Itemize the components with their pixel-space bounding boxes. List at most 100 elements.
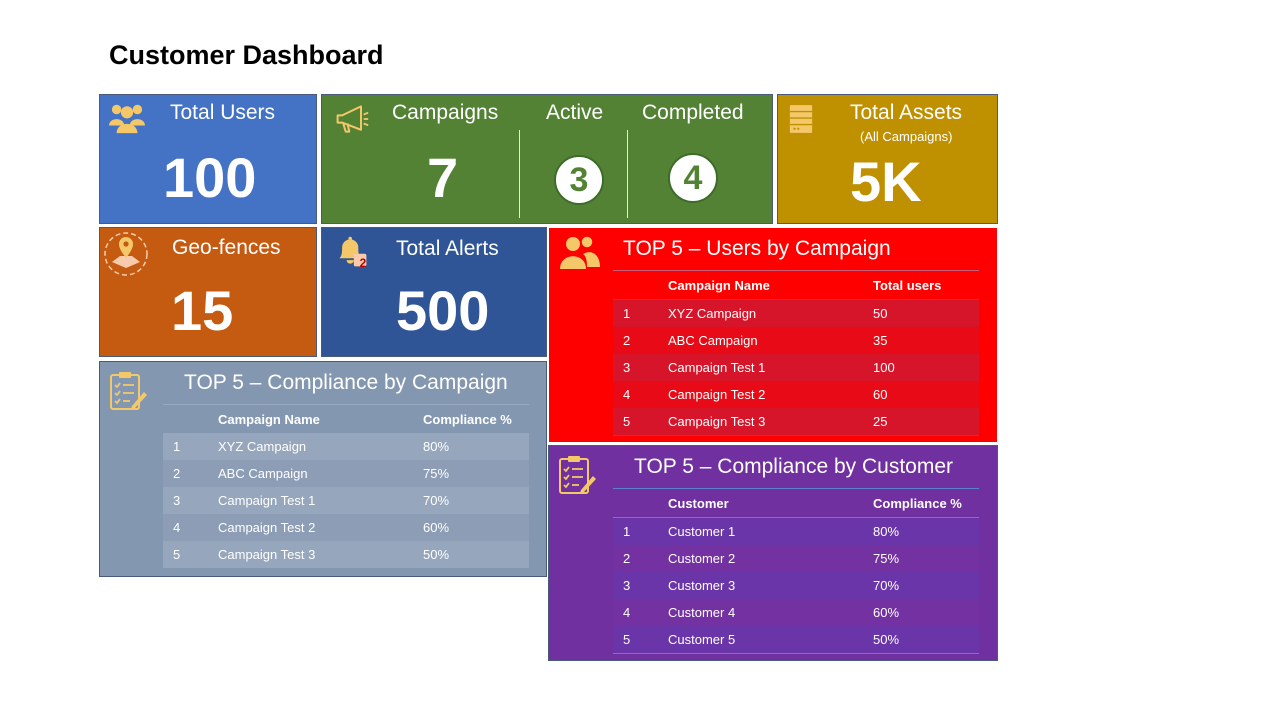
row-rank: 1	[623, 306, 631, 321]
campaigns-label: Campaigns	[392, 101, 499, 124]
table-row[interactable]: 1 XYZ Campaign 50	[613, 299, 979, 327]
row-value: 80%	[423, 439, 450, 454]
row-value: 70%	[873, 578, 900, 593]
campaigns-value: 7	[427, 146, 459, 209]
row-rank: 5	[623, 632, 631, 647]
row-rank: 5	[623, 414, 631, 429]
table-header: Total users	[873, 277, 942, 293]
row-campaign: ABC Campaign	[218, 466, 308, 481]
total-alerts-tile[interactable]: 2 Total Alerts 500	[321, 227, 547, 357]
map-pin-icon	[104, 232, 148, 276]
campaigns-divider-1	[519, 130, 520, 218]
checklist-icon	[110, 372, 147, 410]
table-header	[163, 405, 218, 434]
table-header: Compliance %	[423, 411, 512, 427]
compliance-by-customer-title: TOP 5 – Compliance by Customer	[634, 455, 954, 478]
row-customer: Customer 1	[668, 524, 736, 539]
campaigns-tile[interactable]: Campaigns 7 Active 3 Completed 4	[321, 94, 773, 224]
row-rank: 4	[623, 605, 631, 620]
table-row[interactable]: 4 Campaign Test 2 60	[613, 381, 979, 408]
row-value: 60	[873, 387, 888, 402]
row-rank: 2	[623, 551, 631, 566]
total-users-value: 100	[163, 146, 257, 209]
geo-fences-tile[interactable]: Geo-fences 15	[99, 227, 317, 357]
row-value: 35	[873, 333, 888, 348]
table-row[interactable]: 5 Customer 5 50%	[613, 626, 979, 654]
server-icon	[789, 105, 813, 133]
row-rank: 2	[173, 466, 181, 481]
row-rank: 2	[623, 333, 631, 348]
row-campaign: Campaign Test 1	[668, 360, 766, 375]
row-customer: Customer 5	[668, 632, 736, 647]
row-value: 50	[873, 306, 888, 321]
table-row[interactable]: 3 Customer 3 70%	[613, 572, 979, 599]
row-value: 100	[873, 360, 895, 375]
row-customer: Customer 2	[668, 551, 736, 566]
completed-count-badge: 4	[668, 153, 718, 203]
campaigns-divider-2	[627, 130, 628, 218]
row-value: 50%	[423, 547, 450, 562]
megaphone-icon	[336, 105, 369, 133]
row-rank: 1	[173, 439, 181, 454]
table-row[interactable]: 2 Customer 2 75%	[613, 545, 979, 572]
alert-count-badge: 2	[359, 256, 367, 270]
row-value: 75%	[873, 551, 900, 566]
table-row[interactable]: 4 Customer 4 60%	[613, 599, 979, 626]
table-header: Compliance %	[873, 495, 962, 511]
row-campaign: XYZ Campaign	[668, 306, 757, 321]
table-header: Campaign Name	[218, 411, 320, 427]
row-customer: Customer 4	[668, 605, 736, 620]
geo-fences-label: Geo-fences	[172, 236, 281, 259]
total-users-label: Total Users	[170, 101, 276, 124]
table-row[interactable]: 1 Customer 1 80%	[613, 517, 979, 545]
row-value: 70%	[423, 493, 450, 508]
total-assets-label: Total Assets	[850, 101, 963, 124]
total-assets-tile[interactable]: Total Assets (All Campaigns) 5K	[777, 94, 998, 224]
row-value: 25	[873, 414, 888, 429]
table-row[interactable]: 2 ABC Campaign 35	[613, 327, 979, 354]
row-value: 60%	[423, 520, 450, 535]
completed-label: Completed	[642, 101, 744, 124]
table-row[interactable]: 1 XYZ Campaign 80%	[163, 433, 529, 460]
table-row[interactable]: 4 Campaign Test 2 60%	[163, 514, 529, 541]
page-title: Customer Dashboard	[109, 40, 384, 70]
users-icon	[560, 235, 600, 269]
active-label: Active	[546, 101, 604, 124]
compliance-by-campaign-panel: TOP 5 – Compliance by Campaign Campaign …	[99, 361, 547, 577]
row-campaign: Campaign Test 2	[668, 387, 766, 402]
table-row[interactable]: 5 Campaign Test 3 25	[613, 408, 979, 436]
total-assets-value: 5K	[850, 150, 922, 213]
row-campaign: Campaign Test 3	[668, 414, 766, 429]
row-value: 75%	[423, 466, 450, 481]
row-rank: 3	[623, 578, 631, 593]
row-rank: 3	[173, 493, 181, 508]
table-row[interactable]: 3 Campaign Test 1 100	[613, 354, 979, 381]
geo-fences-value: 15	[171, 279, 234, 342]
row-campaign: XYZ Campaign	[218, 439, 307, 454]
total-users-tile[interactable]: Total Users 100	[99, 94, 317, 224]
table-header	[613, 271, 668, 300]
table-header	[613, 489, 668, 518]
table-row[interactable]: 5 Campaign Test 3 50%	[163, 541, 529, 568]
compliance-by-customer-table: Customer Compliance % 1 Customer 1 80% 2…	[613, 488, 979, 654]
top-users-panel: TOP 5 – Users by Campaign Campaign Name …	[548, 227, 998, 443]
row-value: 80%	[873, 524, 900, 539]
top-users-table: Campaign Name Total users 1 XYZ Campaign…	[613, 270, 979, 436]
total-alerts-value: 500	[396, 279, 490, 342]
compliance-by-campaign-title: TOP 5 – Compliance by Campaign	[184, 371, 508, 394]
table-header: Campaign Name	[668, 277, 770, 293]
table-header: Customer	[668, 495, 729, 511]
row-value: 50%	[873, 632, 900, 647]
row-rank: 1	[623, 524, 631, 539]
table-row[interactable]: 2 ABC Campaign 75%	[163, 460, 529, 487]
row-campaign: Campaign Test 3	[218, 547, 316, 562]
compliance-by-customer-panel: TOP 5 – Compliance by Customer Customer …	[548, 445, 998, 661]
row-rank: 5	[173, 547, 181, 562]
row-campaign: Campaign Test 2	[218, 520, 316, 535]
row-rank: 4	[173, 520, 181, 535]
row-rank: 4	[623, 387, 631, 402]
top-users-title: TOP 5 – Users by Campaign	[623, 237, 891, 260]
total-assets-sublabel: (All Campaigns)	[860, 129, 953, 144]
compliance-by-campaign-table: Campaign Name Compliance % 1 XYZ Campaig…	[163, 404, 529, 568]
table-row[interactable]: 3 Campaign Test 1 70%	[163, 487, 529, 514]
